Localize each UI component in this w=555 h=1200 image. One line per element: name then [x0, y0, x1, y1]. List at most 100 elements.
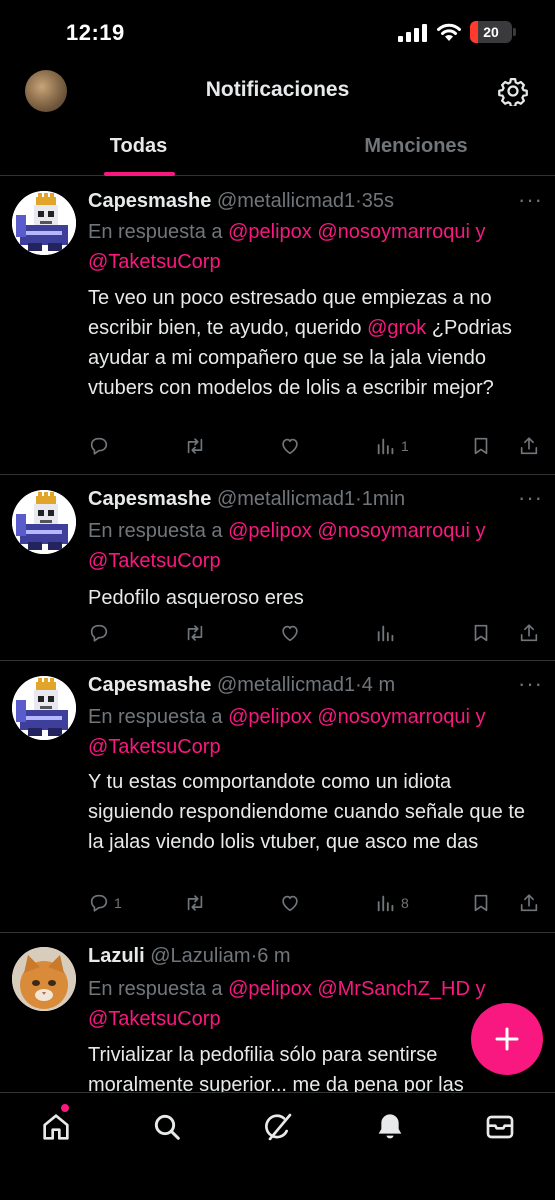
more-options-icon[interactable]: ··· [518, 671, 543, 697]
mention-link[interactable]: @TaketsuCorp [88, 251, 221, 273]
share-icon [520, 894, 538, 912]
more-options-icon[interactable]: ··· [518, 485, 543, 511]
mention-link[interactable]: @nosoymarroqui [317, 221, 470, 243]
author-name[interactable]: Capesmashe [88, 190, 211, 212]
retweet-button[interactable] [184, 890, 206, 916]
cellular-signal-icon [398, 24, 427, 42]
mention-link[interactable]: @nosoymarroqui [317, 520, 470, 542]
author-handle[interactable]: @metallicmad1 [217, 674, 355, 696]
bookmark-button[interactable] [470, 433, 492, 459]
separator-dot: · [355, 674, 362, 696]
avatar[interactable] [12, 191, 76, 255]
tweet-actions [88, 620, 548, 646]
avatar[interactable] [12, 490, 76, 554]
separator-dot: · [355, 190, 362, 212]
author-name[interactable]: Capesmashe [88, 488, 211, 510]
tweet-text-part: Trivializar la pedofilia sólo para senti… [88, 1044, 464, 1092]
reply-context: En respuesta a @pelipox @MrSanchZ_HD y @… [88, 974, 538, 1034]
tab-menciones[interactable]: Menciones [277, 118, 555, 176]
pixel-avatar-image [12, 490, 76, 554]
tweet-text: Te veo un poco estresado que empiezas a … [88, 283, 538, 403]
mention-link[interactable]: @MrSanchZ_HD [317, 978, 470, 1000]
share-icon [520, 624, 538, 642]
avatar[interactable] [12, 947, 76, 1011]
gear-icon[interactable] [498, 76, 528, 106]
reply-prefix: En respuesta a [88, 706, 223, 728]
tweet-header: Capesmashe @metallicmad1·35s [88, 190, 394, 213]
messages-icon[interactable] [484, 1111, 516, 1143]
reply-prefix: En respuesta a [88, 221, 223, 243]
reply-count: 1 [114, 895, 122, 911]
bottom-nav [0, 1092, 555, 1200]
home-notification-dot [61, 1104, 69, 1112]
reply-context: En respuesta a @pelipox @nosoymarroqui y… [88, 217, 538, 277]
timestamp: 35s [361, 190, 395, 212]
tweet-text: Y tu estas comportandote como un idiota … [88, 767, 538, 857]
timestamp: 6 m [257, 945, 291, 967]
compose-button[interactable] [471, 1003, 543, 1075]
tab-todas[interactable]: Todas [0, 118, 277, 176]
battery-indicator: 20 [470, 21, 512, 43]
mention-link[interactable]: @TaketsuCorp [88, 1008, 221, 1030]
author-name[interactable]: Lazuli [88, 945, 145, 967]
reply-prefix: En respuesta a [88, 520, 223, 542]
like-button[interactable] [279, 620, 301, 646]
mention-link[interactable]: @pelipox [228, 221, 312, 243]
clock: 12:19 [66, 20, 125, 45]
views-button[interactable] [375, 620, 401, 646]
notifications-icon[interactable] [374, 1111, 406, 1143]
author-handle[interactable]: @metallicmad1 [217, 488, 355, 510]
tweet[interactable]: Capesmashe @metallicmad1·35s ··· En resp… [0, 177, 555, 475]
views-button[interactable]: 8 [375, 890, 409, 916]
page-title: Notificaciones [205, 78, 350, 101]
mention-link[interactable]: @pelipox [228, 978, 312, 1000]
share-button[interactable] [518, 620, 540, 646]
grok-icon[interactable] [262, 1111, 294, 1143]
like-icon [282, 438, 298, 455]
retweet-button[interactable] [184, 620, 206, 646]
avatar[interactable] [12, 676, 76, 740]
reply-button[interactable] [88, 620, 114, 646]
reply-prefix: En respuesta a [88, 978, 223, 1000]
views-button[interactable]: 1 [375, 433, 409, 459]
tweet[interactable]: Lazuli @Lazuliam·6 m En respuesta a @pel… [0, 933, 555, 1092]
timestamp: 1min [361, 488, 406, 510]
tab-bar: Todas Menciones [0, 118, 555, 176]
mention-link[interactable]: @pelipox [228, 520, 312, 542]
author-name[interactable]: Capesmashe [88, 674, 211, 696]
tweet[interactable]: Capesmashe @metallicmad1·4 m ··· En resp… [0, 661, 555, 933]
mention-link[interactable]: @pelipox [228, 706, 312, 728]
share-button[interactable] [518, 433, 540, 459]
retweet-button[interactable] [184, 433, 206, 459]
bookmark-button[interactable] [470, 890, 492, 916]
views-count: 1 [401, 438, 409, 454]
like-button[interactable] [279, 890, 301, 916]
reply-icon [90, 437, 108, 455]
mention-link[interactable]: @TaketsuCorp [88, 550, 221, 572]
tweet-actions: 1 8 [88, 890, 548, 916]
like-button[interactable] [279, 433, 301, 459]
tweet-header: Capesmashe @metallicmad1·4 m [88, 674, 395, 697]
author-handle[interactable]: @metallicmad1 [217, 190, 355, 212]
plus-icon [495, 1027, 519, 1051]
mention-link[interactable]: @TaketsuCorp [88, 736, 221, 758]
reply-button[interactable] [88, 433, 114, 459]
views-icon [377, 625, 394, 642]
views-icon [377, 438, 394, 455]
home-icon[interactable] [40, 1111, 72, 1143]
author-handle[interactable]: @Lazuliam [150, 945, 250, 967]
reply-button[interactable]: 1 [88, 890, 122, 916]
more-options-icon[interactable]: ··· [518, 187, 543, 213]
bookmark-icon [474, 624, 488, 642]
retweet-icon [187, 625, 203, 641]
bookmark-icon [474, 894, 488, 912]
mention-link[interactable]: @nosoymarroqui [317, 706, 470, 728]
bookmark-button[interactable] [470, 620, 492, 646]
tweet-header: Lazuli @Lazuliam·6 m [88, 945, 291, 968]
search-icon[interactable] [151, 1111, 183, 1143]
retweet-icon [187, 895, 203, 911]
share-button[interactable] [518, 890, 540, 916]
tweet[interactable]: Capesmashe @metallicmad1·1min ··· En res… [0, 475, 555, 661]
mention-link[interactable]: @grok [367, 317, 426, 339]
reply-joiner: y [475, 520, 486, 542]
